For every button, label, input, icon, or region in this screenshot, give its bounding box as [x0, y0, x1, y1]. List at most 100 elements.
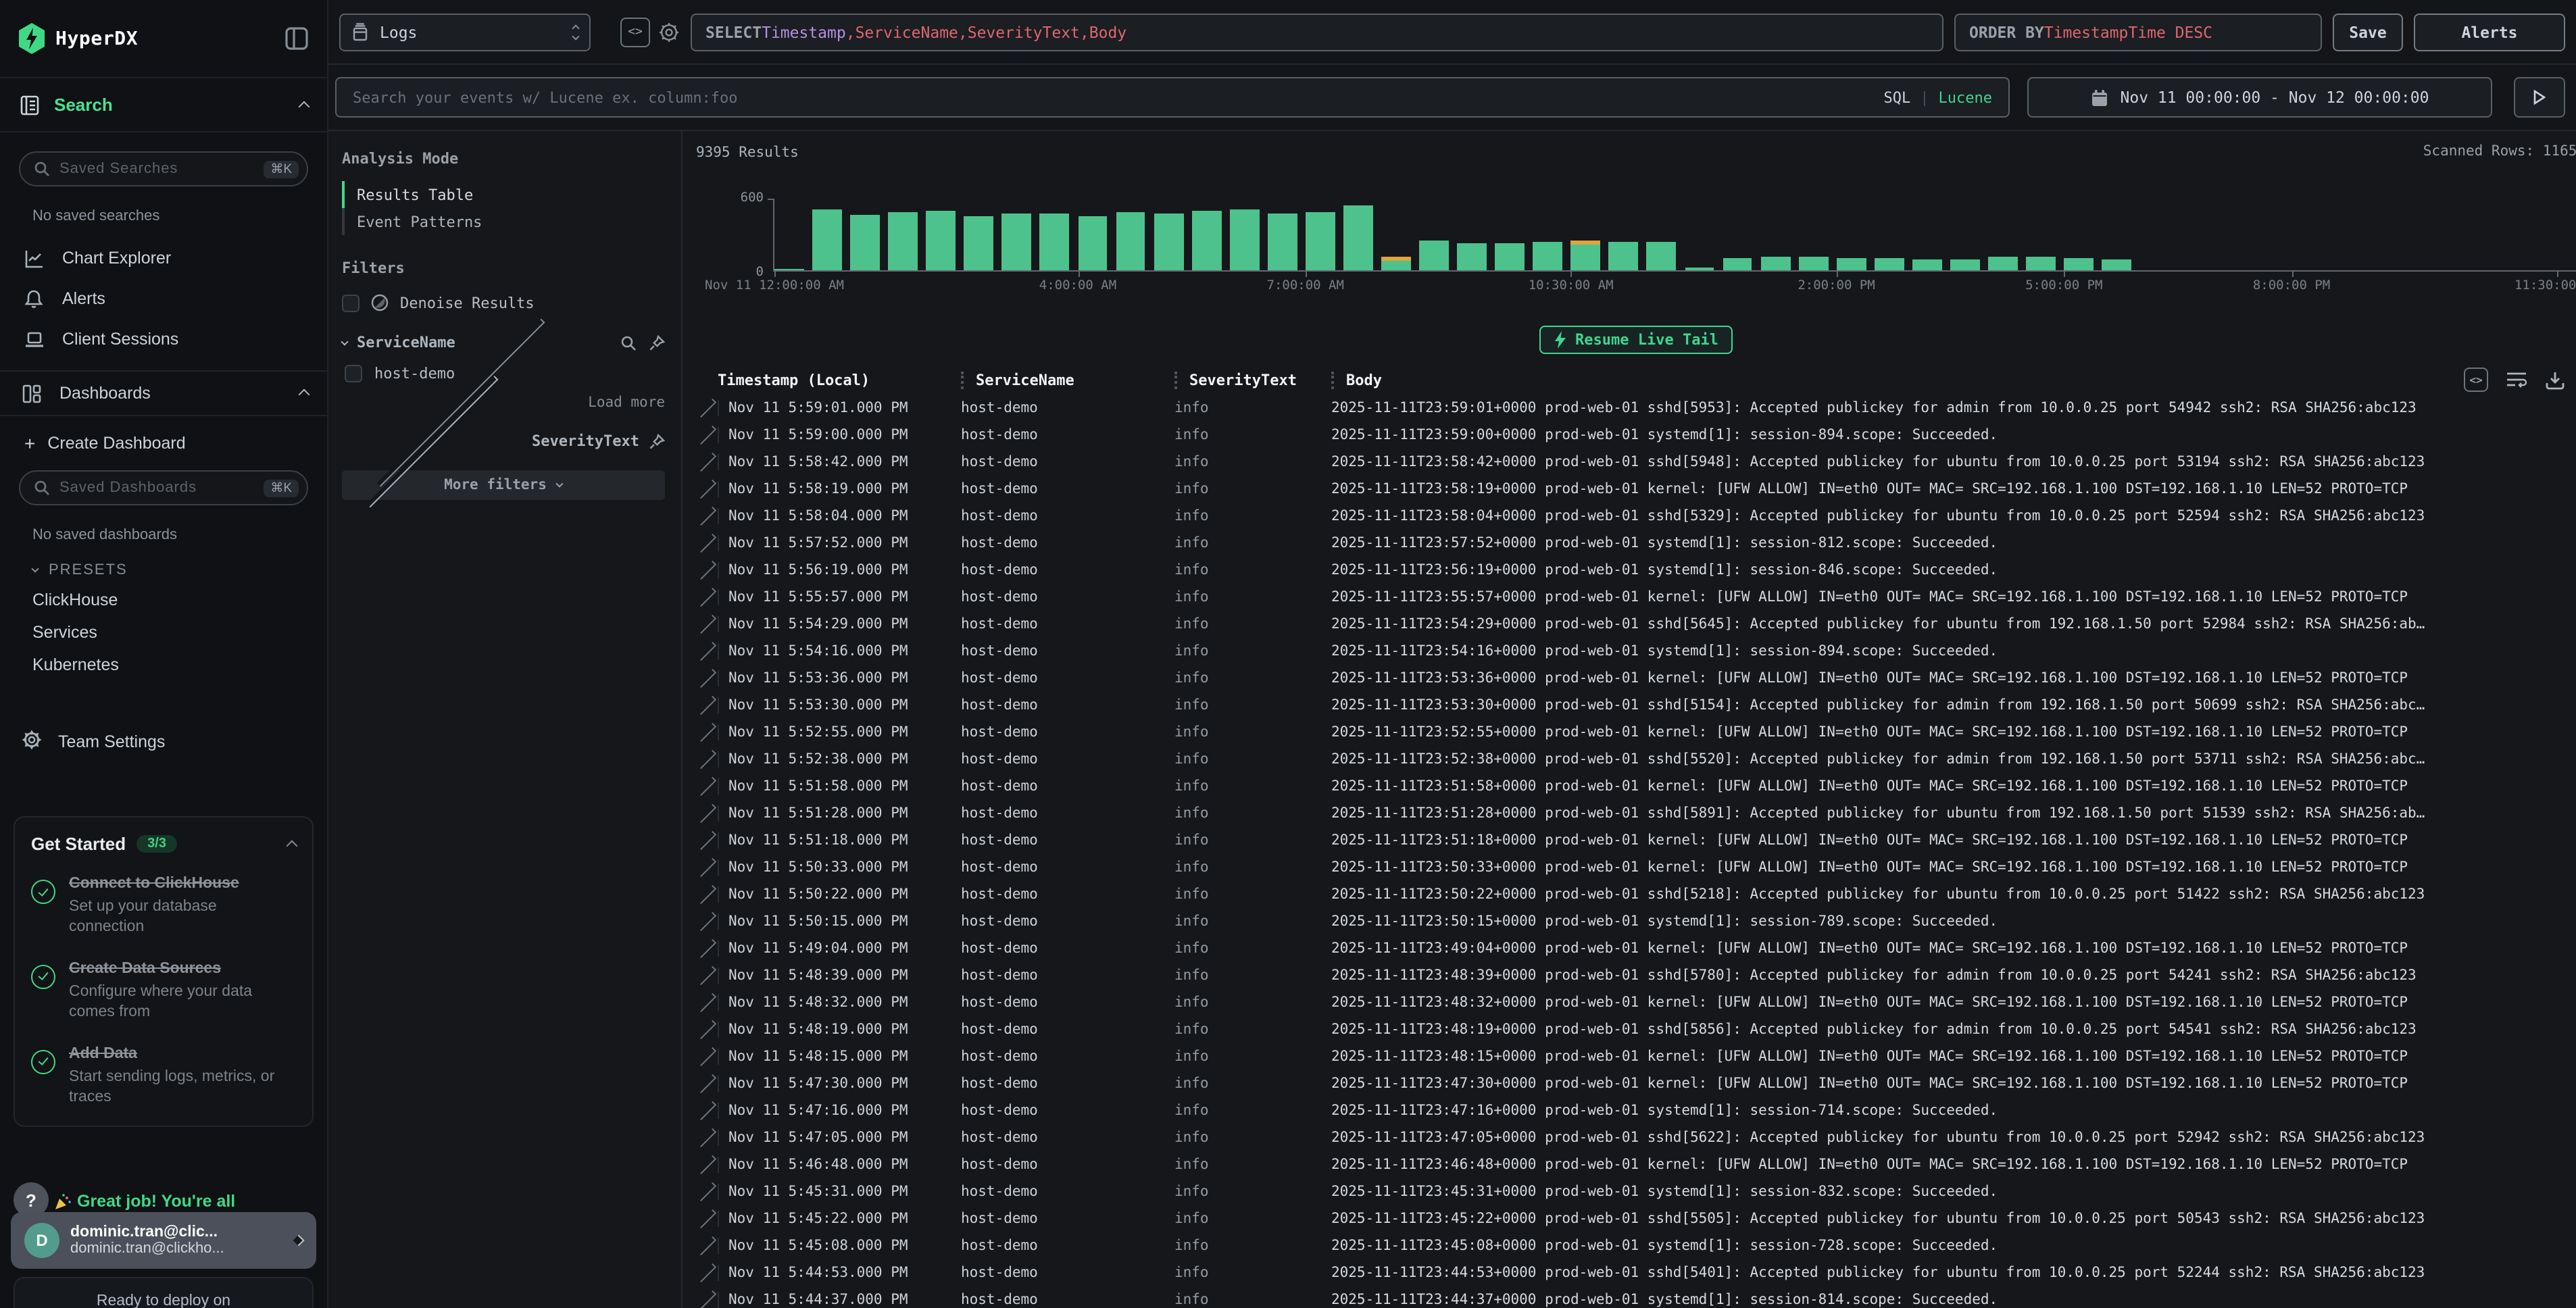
sidebar-item-client-sessions[interactable]: Client Sessions	[19, 319, 308, 359]
row-expand-icon[interactable]	[696, 1216, 718, 1222]
load-more-button[interactable]: Load more	[345, 395, 665, 411]
row-expand-icon[interactable]	[696, 1108, 718, 1113]
table-row[interactable]: Nov 11 5:44:53.000 PMhost-demoinfo2025-1…	[696, 1259, 2576, 1286]
histogram-bar[interactable]	[1419, 241, 1449, 270]
facet-value-host-demo[interactable]: host-demo	[345, 365, 665, 382]
histogram-bar[interactable]	[1912, 259, 1942, 270]
histogram-bar[interactable]	[850, 214, 880, 270]
sidebar-item-dashboards[interactable]: Dashboards	[0, 370, 327, 416]
histogram-bar[interactable]	[2102, 259, 2131, 270]
histogram-bar[interactable]	[1647, 243, 1677, 270]
code-toggle-button[interactable]: <>	[620, 17, 650, 47]
table-row[interactable]: Nov 11 5:50:15.000 PMhost-demoinfo2025-1…	[696, 908, 2576, 935]
row-expand-icon[interactable]	[696, 757, 718, 762]
search-icon[interactable]	[620, 334, 637, 351]
preset-item-clickhouse[interactable]: ClickHouse	[32, 584, 327, 616]
table-row[interactable]: Nov 11 5:53:30.000 PMhost-demoinfo2025-1…	[696, 692, 2576, 719]
alerts-button[interactable]: Alerts	[2414, 13, 2565, 51]
chevron-up-icon[interactable]	[300, 384, 308, 403]
table-row[interactable]: Nov 11 5:47:30.000 PMhost-demoinfo2025-1…	[696, 1070, 2576, 1097]
table-row[interactable]: Nov 11 5:52:55.000 PMhost-demoinfo2025-1…	[696, 719, 2576, 746]
histogram-bar[interactable]	[1381, 256, 1411, 270]
histogram-plot[interactable]: Nov 11 12:00:00 AM4:00:00 AM7:00:00 AM10…	[773, 199, 2576, 272]
row-expand-icon[interactable]	[696, 838, 718, 843]
row-expand-icon[interactable]	[696, 946, 718, 951]
row-expand-icon[interactable]	[696, 811, 718, 816]
sql-toggle[interactable]: SQL	[1884, 89, 1911, 106]
table-row[interactable]: Nov 11 5:48:32.000 PMhost-demoinfo2025-1…	[696, 989, 2576, 1016]
histogram-bar[interactable]	[1533, 242, 1563, 270]
row-expand-icon[interactable]	[696, 1081, 718, 1086]
histogram-bar[interactable]	[1343, 205, 1373, 270]
row-expand-icon[interactable]	[696, 892, 718, 897]
table-row[interactable]: Nov 11 5:55:57.000 PMhost-demoinfo2025-1…	[696, 584, 2576, 611]
row-expand-icon[interactable]	[696, 676, 718, 681]
table-row[interactable]: Nov 11 5:59:01.000 PMhost-demoinfo2025-1…	[696, 395, 2576, 422]
table-row[interactable]: Nov 11 5:58:42.000 PMhost-demoinfo2025-1…	[696, 449, 2576, 476]
preset-item-services[interactable]: Services	[32, 616, 327, 649]
table-row[interactable]: Nov 11 5:58:04.000 PMhost-demoinfo2025-1…	[696, 503, 2576, 530]
query-language-toggle[interactable]: SQL | Lucene	[1884, 89, 1993, 106]
histogram-bar[interactable]	[1078, 216, 1108, 270]
row-expand-icon[interactable]	[696, 1189, 718, 1194]
sidebar-item-team-settings[interactable]: Team Settings	[22, 722, 308, 762]
sidebar-item-chart-explorer[interactable]: Chart Explorer	[19, 238, 308, 278]
pin-icon[interactable]	[649, 334, 665, 351]
table-row[interactable]: Nov 11 5:58:19.000 PMhost-demoinfo2025-1…	[696, 476, 2576, 503]
saved-searches-input[interactable]: Saved Searches ⌘K	[19, 151, 308, 186]
sidebar-item-alerts[interactable]: Alerts	[19, 278, 308, 319]
histogram-bar[interactable]	[1268, 213, 1297, 270]
row-expand-icon[interactable]	[696, 703, 718, 708]
resume-live-tail-button[interactable]: Resume Live Tail	[1539, 326, 1733, 354]
denoise-results-option[interactable]: Denoise Results	[342, 293, 665, 312]
table-row[interactable]: Nov 11 5:59:00.000 PMhost-demoinfo2025-1…	[696, 422, 2576, 449]
row-expand-icon[interactable]	[696, 1135, 718, 1140]
column-resize-handle[interactable]	[1331, 371, 1334, 388]
row-expand-icon[interactable]	[696, 459, 718, 465]
table-row[interactable]: Nov 11 5:44:37.000 PMhost-demoinfo2025-1…	[696, 1286, 2576, 1308]
column-resize-handle[interactable]	[961, 371, 964, 388]
histogram-bar[interactable]	[1571, 241, 1601, 271]
row-expand-icon[interactable]	[696, 622, 718, 627]
row-expand-icon[interactable]	[696, 1054, 718, 1059]
histogram-bar[interactable]	[1875, 259, 1904, 270]
histogram-bar[interactable]	[1988, 256, 2018, 270]
row-expand-icon[interactable]	[696, 540, 718, 546]
source-select[interactable]: Logs	[339, 13, 591, 51]
table-row[interactable]: Nov 11 5:46:48.000 PMhost-demoinfo2025-1…	[696, 1151, 2576, 1178]
saved-dashboards-input[interactable]: Saved Dashboards ⌘K	[19, 470, 308, 505]
chevron-up-icon[interactable]	[288, 834, 296, 853]
table-row[interactable]: Nov 11 5:52:38.000 PMhost-demoinfo2025-1…	[696, 746, 2576, 773]
table-row[interactable]: Nov 11 5:45:31.000 PMhost-demoinfo2025-1…	[696, 1178, 2576, 1205]
select-query-input[interactable]: SELECT Timestamp,ServiceName,SeverityTex…	[691, 13, 1943, 51]
histogram-bar[interactable]	[1306, 211, 1335, 270]
column-header-servicename[interactable]: ServiceName	[961, 371, 1174, 388]
events-histogram[interactable]: 600 0 Nov 11 12:00:00 AM4:00:00 AM7:00:0…	[696, 188, 2576, 296]
lucene-toggle[interactable]: Lucene	[1939, 89, 1993, 106]
histogram-bar[interactable]	[1191, 210, 1221, 270]
row-expand-icon[interactable]	[696, 784, 718, 789]
get-started-header[interactable]: Get Started 3/3	[31, 834, 296, 854]
histogram-bar[interactable]	[1798, 257, 1828, 270]
histogram-bar[interactable]	[926, 211, 956, 270]
row-expand-icon[interactable]	[696, 730, 718, 735]
histogram-bar[interactable]	[812, 209, 842, 270]
column-header-severitytext[interactable]: SeverityText	[1174, 371, 1331, 388]
user-menu[interactable]: D dominic.tran@clic... dominic.tran@clic…	[11, 1212, 316, 1269]
row-expand-icon[interactable]	[696, 568, 718, 573]
histogram-bar[interactable]	[1040, 213, 1070, 270]
table-row[interactable]: Nov 11 5:47:05.000 PMhost-demoinfo2025-1…	[696, 1124, 2576, 1151]
order-by-input[interactable]: ORDER BY TimestampTime DESC	[1954, 13, 2322, 51]
row-expand-icon[interactable]	[696, 1162, 718, 1167]
table-row[interactable]: Nov 11 5:48:39.000 PMhost-demoinfo2025-1…	[696, 962, 2576, 989]
row-expand-icon[interactable]	[696, 919, 718, 924]
row-expand-icon[interactable]	[696, 432, 718, 438]
row-expand-icon[interactable]	[696, 1297, 718, 1303]
host-demo-checkbox[interactable]	[345, 365, 362, 382]
get-started-item[interactable]: Connect to ClickHouse Set up your databa…	[31, 874, 296, 939]
table-row[interactable]: Nov 11 5:45:22.000 PMhost-demoinfo2025-1…	[696, 1205, 2576, 1232]
table-row[interactable]: Nov 11 5:51:58.000 PMhost-demoinfo2025-1…	[696, 773, 2576, 800]
table-row[interactable]: Nov 11 5:53:36.000 PMhost-demoinfo2025-1…	[696, 665, 2576, 692]
sidebar-item-search[interactable]: Search	[0, 78, 327, 132]
chevron-up-icon[interactable]	[300, 95, 308, 114]
